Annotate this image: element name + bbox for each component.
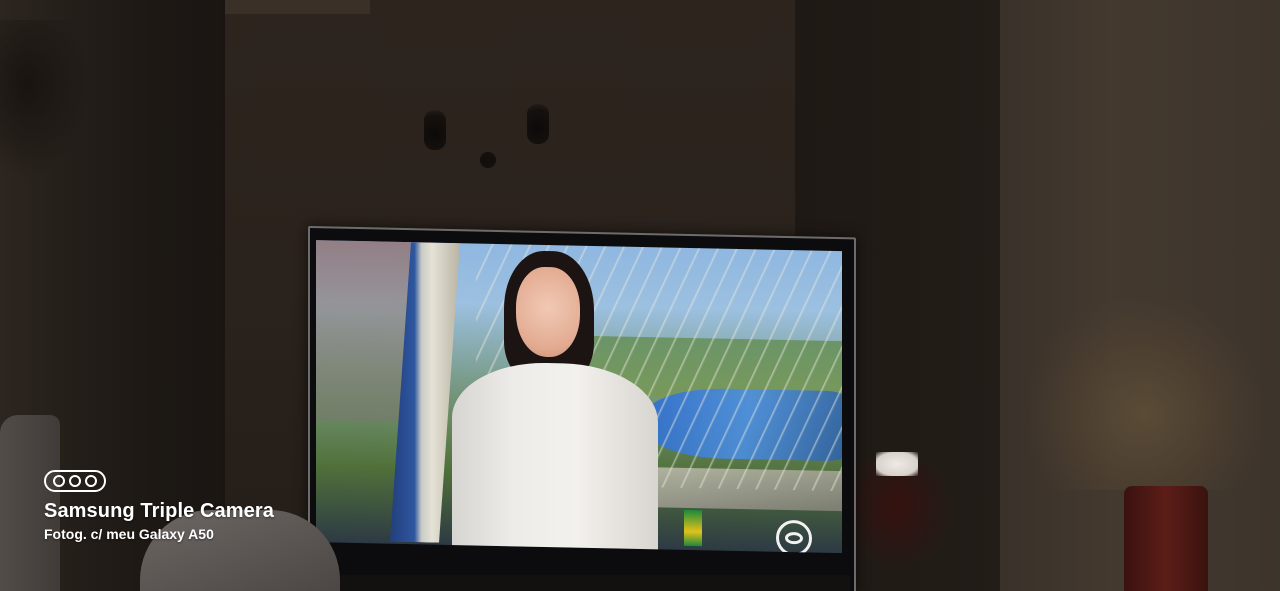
photo-scene: Samsung Triple Camera Fotog. c/ meu Gala… (0, 0, 1280, 591)
presenter-face (516, 266, 580, 358)
camera-lens-icon (53, 475, 65, 487)
wall-hook-left (424, 110, 446, 150)
camera-lens-icon (85, 475, 97, 487)
television (308, 226, 856, 591)
presenter-body (452, 361, 658, 554)
plant-shadow (0, 20, 90, 180)
vase (1124, 486, 1208, 591)
camera-lens-icon (69, 475, 81, 487)
globo-logo-icon (776, 519, 812, 554)
camera-watermark: Samsung Triple Camera Fotog. c/ meu Gala… (44, 470, 274, 542)
flower-bouquet (842, 462, 952, 572)
dried-flowers (1030, 300, 1260, 490)
tv-screen (316, 240, 842, 554)
flag (684, 509, 702, 547)
tv-stand (330, 575, 850, 591)
wall-hook-right (527, 104, 549, 144)
wall-hook-center (480, 152, 496, 168)
white-flower (876, 452, 918, 476)
watermark-title: Samsung Triple Camera (44, 500, 274, 522)
triple-camera-icon (44, 470, 106, 492)
shelf-edge (225, 0, 370, 14)
watermark-subtitle: Fotog. c/ meu Galaxy A50 (44, 526, 214, 542)
